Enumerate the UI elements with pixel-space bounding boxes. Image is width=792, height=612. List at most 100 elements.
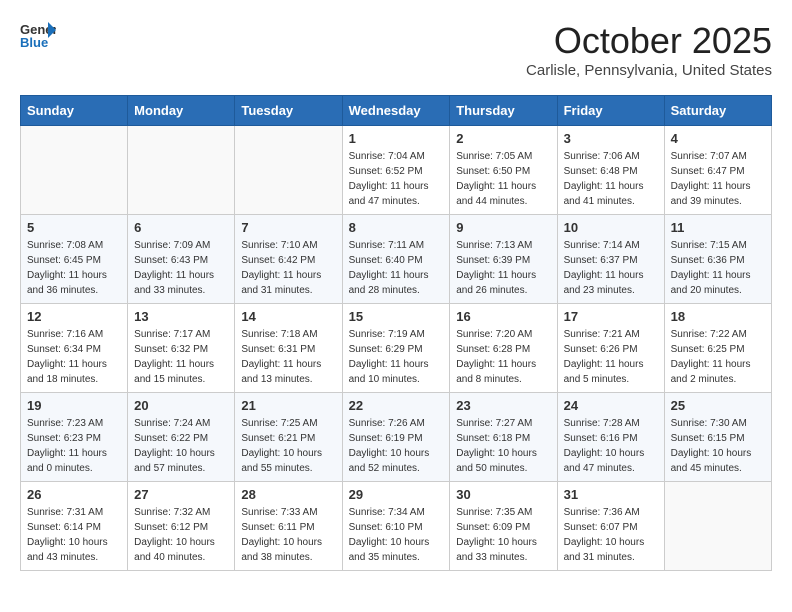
day-number: 17 <box>564 309 658 324</box>
weekday-header-friday: Friday <box>557 96 664 126</box>
weekday-header-monday: Monday <box>128 96 235 126</box>
day-number: 8 <box>349 220 444 235</box>
weekday-header-thursday: Thursday <box>450 96 557 126</box>
calendar-cell: 19 Sunrise: 7:23 AM Sunset: 6:23 PM Dayli… <box>21 393 128 482</box>
day-number: 23 <box>456 398 550 413</box>
day-number: 11 <box>671 220 765 235</box>
day-number: 6 <box>134 220 228 235</box>
calendar-cell <box>21 126 128 215</box>
calendar-cell: 20 Sunrise: 7:24 AM Sunset: 6:22 PM Dayli… <box>128 393 235 482</box>
svg-text:Blue: Blue <box>20 35 48 50</box>
calendar-cell: 4 Sunrise: 7:07 AM Sunset: 6:47 PM Daylig… <box>664 126 771 215</box>
calendar-cell: 31 Sunrise: 7:36 AM Sunset: 6:07 PM Dayli… <box>557 482 664 571</box>
day-number: 26 <box>27 487 121 502</box>
day-number: 7 <box>241 220 335 235</box>
day-info: Sunrise: 7:30 AM Sunset: 6:15 PM Dayligh… <box>671 416 765 476</box>
logo: General Blue <box>20 20 56 50</box>
weekday-header-saturday: Saturday <box>664 96 771 126</box>
calendar-cell: 28Sunrise: 7:33 AM Sunset: 6:11 PM Dayli… <box>235 482 342 571</box>
calendar-week-5: 26 Sunrise: 7:31 AM Sunset: 6:14 PM Dayli… <box>21 482 772 571</box>
day-number: 25 <box>671 398 765 413</box>
day-number: 3 <box>564 131 658 146</box>
day-info: Sunrise: 7:16 AM Sunset: 6:34 PM Dayligh… <box>27 327 121 387</box>
day-info: Sunrise: 7:28 AM Sunset: 6:16 PM Dayligh… <box>564 416 658 476</box>
day-number: 19 <box>27 398 121 413</box>
day-number: 16 <box>456 309 550 324</box>
calendar-cell: 15 Sunrise: 7:19 AM Sunset: 6:29 PM Dayli… <box>342 304 450 393</box>
calendar-cell: 21 Sunrise: 7:25 AM Sunset: 6:21 PM Dayli… <box>235 393 342 482</box>
day-info: Sunrise: 7:34 AM Sunset: 6:10 PM Dayligh… <box>349 505 444 565</box>
day-number: 5 <box>27 220 121 235</box>
calendar-cell: 3Sunrise: 7:06 AM Sunset: 6:48 PM Daylig… <box>557 126 664 215</box>
day-info: Sunrise: 7:20 AM Sunset: 6:28 PM Dayligh… <box>456 327 550 387</box>
calendar-cell: 17Sunrise: 7:21 AM Sunset: 6:26 PM Dayli… <box>557 304 664 393</box>
calendar-cell: 5 Sunrise: 7:08 AM Sunset: 6:45 PM Daylig… <box>21 215 128 304</box>
day-info: Sunrise: 7:26 AM Sunset: 6:19 PM Dayligh… <box>349 416 444 476</box>
day-number: 12 <box>27 309 121 324</box>
day-number: 30 <box>456 487 550 502</box>
day-info: Sunrise: 7:10 AM Sunset: 6:42 PM Dayligh… <box>241 238 335 298</box>
day-info: Sunrise: 7:09 AM Sunset: 6:43 PM Dayligh… <box>134 238 228 298</box>
calendar-cell <box>235 126 342 215</box>
calendar-cell: 14Sunrise: 7:18 AM Sunset: 6:31 PM Dayli… <box>235 304 342 393</box>
calendar-cell: 2 Sunrise: 7:05 AM Sunset: 6:50 PM Daylig… <box>450 126 557 215</box>
calendar-cell: 6 Sunrise: 7:09 AM Sunset: 6:43 PM Daylig… <box>128 215 235 304</box>
day-info: Sunrise: 7:11 AM Sunset: 6:40 PM Dayligh… <box>349 238 444 298</box>
weekday-header-sunday: Sunday <box>21 96 128 126</box>
calendar-cell: 27Sunrise: 7:32 AM Sunset: 6:12 PM Dayli… <box>128 482 235 571</box>
calendar-cell <box>128 126 235 215</box>
calendar-cell: 25 Sunrise: 7:30 AM Sunset: 6:15 PM Dayli… <box>664 393 771 482</box>
day-info: Sunrise: 7:07 AM Sunset: 6:47 PM Dayligh… <box>671 149 765 209</box>
calendar-week-4: 19 Sunrise: 7:23 AM Sunset: 6:23 PM Dayli… <box>21 393 772 482</box>
day-info: Sunrise: 7:23 AM Sunset: 6:23 PM Dayligh… <box>27 416 121 476</box>
day-number: 13 <box>134 309 228 324</box>
calendar-cell: 12 Sunrise: 7:16 AM Sunset: 6:34 PM Dayli… <box>21 304 128 393</box>
calendar-cell: 11 Sunrise: 7:15 AM Sunset: 6:36 PM Dayli… <box>664 215 771 304</box>
day-info: Sunrise: 7:17 AM Sunset: 6:32 PM Dayligh… <box>134 327 228 387</box>
day-number: 27 <box>134 487 228 502</box>
page-header: General Blue October 2025 Carlisle, Penn… <box>20 20 772 79</box>
day-info: Sunrise: 7:36 AM Sunset: 6:07 PM Dayligh… <box>564 505 658 565</box>
day-info: Sunrise: 7:31 AM Sunset: 6:14 PM Dayligh… <box>27 505 121 565</box>
calendar-cell: 23Sunrise: 7:27 AM Sunset: 6:18 PM Dayli… <box>450 393 557 482</box>
day-info: Sunrise: 7:05 AM Sunset: 6:50 PM Dayligh… <box>456 149 550 209</box>
calendar-cell: 22 Sunrise: 7:26 AM Sunset: 6:19 PM Dayli… <box>342 393 450 482</box>
day-number: 29 <box>349 487 444 502</box>
day-number: 15 <box>349 309 444 324</box>
day-number: 2 <box>456 131 550 146</box>
day-number: 14 <box>241 309 335 324</box>
day-number: 22 <box>349 398 444 413</box>
day-info: Sunrise: 7:19 AM Sunset: 6:29 PM Dayligh… <box>349 327 444 387</box>
calendar-cell: 24 Sunrise: 7:28 AM Sunset: 6:16 PM Dayli… <box>557 393 664 482</box>
day-number: 20 <box>134 398 228 413</box>
day-info: Sunrise: 7:13 AM Sunset: 6:39 PM Dayligh… <box>456 238 550 298</box>
calendar-cell: 26 Sunrise: 7:31 AM Sunset: 6:14 PM Dayli… <box>21 482 128 571</box>
day-info: Sunrise: 7:35 AM Sunset: 6:09 PM Dayligh… <box>456 505 550 565</box>
title-area: October 2025 Carlisle, Pennsylvania, Uni… <box>526 20 772 79</box>
calendar-cell: 10Sunrise: 7:14 AM Sunset: 6:37 PM Dayli… <box>557 215 664 304</box>
day-number: 31 <box>564 487 658 502</box>
calendar-week-3: 12 Sunrise: 7:16 AM Sunset: 6:34 PM Dayli… <box>21 304 772 393</box>
day-info: Sunrise: 7:08 AM Sunset: 6:45 PM Dayligh… <box>27 238 121 298</box>
day-number: 18 <box>671 309 765 324</box>
calendar-cell: 1Sunrise: 7:04 AM Sunset: 6:52 PM Daylig… <box>342 126 450 215</box>
calendar-cell: 18Sunrise: 7:22 AM Sunset: 6:25 PM Dayli… <box>664 304 771 393</box>
weekday-header-row: SundayMondayTuesdayWednesdayThursdayFrid… <box>21 96 772 126</box>
day-number: 9 <box>456 220 550 235</box>
logo-icon: General Blue <box>20 20 56 50</box>
calendar-cell: 29 Sunrise: 7:34 AM Sunset: 6:10 PM Dayli… <box>342 482 450 571</box>
calendar-week-2: 5 Sunrise: 7:08 AM Sunset: 6:45 PM Daylig… <box>21 215 772 304</box>
day-number: 24 <box>564 398 658 413</box>
calendar-cell: 9 Sunrise: 7:13 AM Sunset: 6:39 PM Daylig… <box>450 215 557 304</box>
calendar-table: SundayMondayTuesdayWednesdayThursdayFrid… <box>20 95 772 571</box>
day-info: Sunrise: 7:24 AM Sunset: 6:22 PM Dayligh… <box>134 416 228 476</box>
day-info: Sunrise: 7:25 AM Sunset: 6:21 PM Dayligh… <box>241 416 335 476</box>
calendar-cell: 7 Sunrise: 7:10 AM Sunset: 6:42 PM Daylig… <box>235 215 342 304</box>
day-number: 4 <box>671 131 765 146</box>
calendar-cell <box>664 482 771 571</box>
month-title: October 2025 <box>526 20 772 62</box>
day-number: 21 <box>241 398 335 413</box>
day-info: Sunrise: 7:15 AM Sunset: 6:36 PM Dayligh… <box>671 238 765 298</box>
day-number: 1 <box>349 131 444 146</box>
calendar-week-1: 1Sunrise: 7:04 AM Sunset: 6:52 PM Daylig… <box>21 126 772 215</box>
